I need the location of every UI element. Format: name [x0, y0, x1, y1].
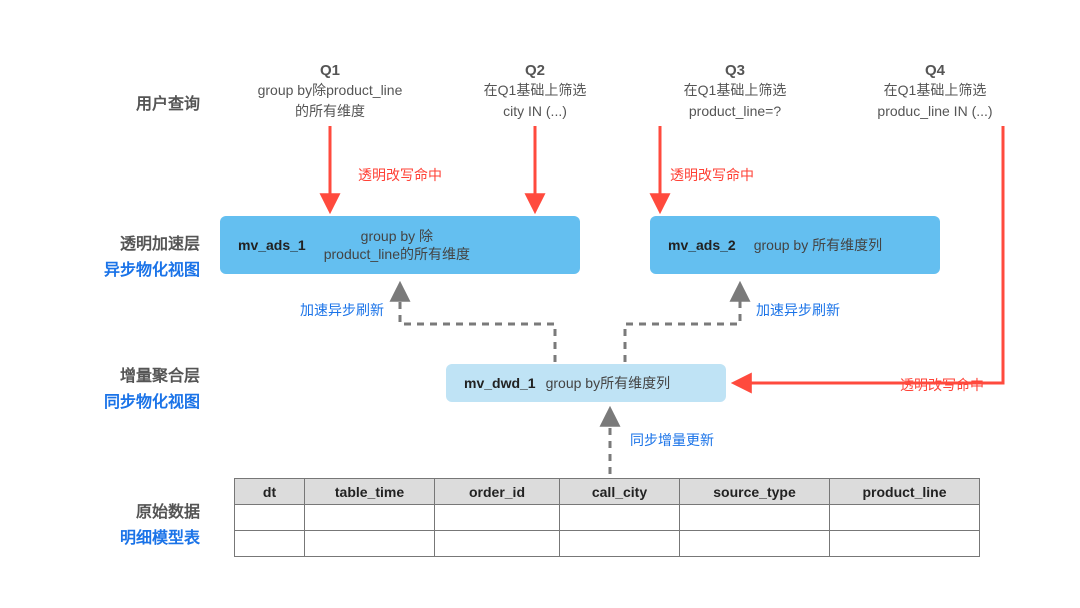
- annotation-rewrite-hit-3: 透明改写命中: [900, 375, 984, 395]
- mv-desc: group by 除 product_line的所有维度: [324, 227, 470, 263]
- mv-desc-line2: product_line的所有维度: [324, 246, 470, 262]
- detail-table: dt table_time order_id call_city source_…: [234, 478, 980, 557]
- rowlabel-text: 原始数据: [60, 498, 200, 522]
- annotation-rewrite-hit-2: 透明改写命中: [670, 165, 754, 185]
- col-product-line: product_line: [830, 479, 980, 505]
- query-line1: group by除product_line: [235, 81, 425, 100]
- annotation-rewrite-hit-1: 透明改写命中: [358, 165, 442, 185]
- query-line2: produc_line IN (...): [840, 102, 1030, 121]
- rowlabel-subtext: 明细模型表: [60, 524, 200, 548]
- col-source-type: source_type: [680, 479, 830, 505]
- col-table-time: table_time: [305, 479, 435, 505]
- rowlabel-text: 增量聚合层: [60, 362, 200, 386]
- col-order-id: order_id: [435, 479, 560, 505]
- query-col-q1: Q1 group by除product_line 的所有维度: [235, 62, 425, 121]
- query-line2: product_line=?: [640, 102, 830, 121]
- rowlabel-agg-layer: 增量聚合层 同步物化视图: [60, 362, 200, 412]
- mv-name: mv_ads_1: [238, 237, 306, 253]
- query-col-q4: Q4 在Q1基础上筛选 produc_line IN (...): [840, 62, 1030, 121]
- rowlabel-subtext: 同步物化视图: [60, 388, 200, 412]
- query-id: Q1: [235, 62, 425, 79]
- rowlabel-raw-data: 原始数据 明细模型表: [60, 498, 200, 548]
- arrow-dwd1-to-ads2: [625, 285, 740, 362]
- query-col-q3: Q3 在Q1基础上筛选 product_line=?: [640, 62, 830, 121]
- col-call-city: call_city: [560, 479, 680, 505]
- mv-ads-1-box: mv_ads_1 group by 除 product_line的所有维度: [220, 216, 580, 274]
- rowlabel-accel-layer: 透明加速层 异步物化视图: [60, 230, 200, 280]
- table-row: [235, 505, 980, 531]
- mv-dwd-1-box: mv_dwd_1 group by所有维度列: [446, 364, 726, 402]
- query-line1: 在Q1基础上筛选: [440, 81, 630, 100]
- rowlabel-subtext: 异步物化视图: [60, 256, 200, 280]
- query-id: Q3: [640, 62, 830, 79]
- rowlabel-user-query: 用户查询: [60, 90, 200, 114]
- query-line1: 在Q1基础上筛选: [840, 81, 1030, 100]
- mv-name: mv_ads_2: [668, 237, 736, 253]
- col-dt: dt: [235, 479, 305, 505]
- rowlabel-text: 用户查询: [60, 90, 200, 114]
- mv-desc-line1: group by 除: [361, 228, 433, 244]
- query-id: Q4: [840, 62, 1030, 79]
- table-row: [235, 531, 980, 557]
- annotation-async-refresh-1: 加速异步刷新: [300, 300, 384, 320]
- annotation-async-refresh-2: 加速异步刷新: [756, 300, 840, 320]
- mv-desc: group by 所有维度列: [754, 235, 882, 255]
- mv-ads-2-box: mv_ads_2 group by 所有维度列: [650, 216, 940, 274]
- mv-name: mv_dwd_1: [464, 375, 536, 391]
- query-line1: 在Q1基础上筛选: [640, 81, 830, 100]
- mv-desc: group by所有维度列: [546, 373, 670, 393]
- diagram-stage: 用户查询 透明加速层 异步物化视图 增量聚合层 同步物化视图 原始数据 明细模型…: [0, 0, 1080, 608]
- query-id: Q2: [440, 62, 630, 79]
- annotation-sync-inc-update: 同步增量更新: [630, 430, 714, 450]
- query-line2: 的所有维度: [235, 102, 425, 121]
- table-header-row: dt table_time order_id call_city source_…: [235, 479, 980, 505]
- rowlabel-text: 透明加速层: [60, 230, 200, 254]
- arrow-dwd1-to-ads1: [400, 285, 555, 362]
- query-col-q2: Q2 在Q1基础上筛选 city IN (...): [440, 62, 630, 121]
- query-line2: city IN (...): [440, 102, 630, 121]
